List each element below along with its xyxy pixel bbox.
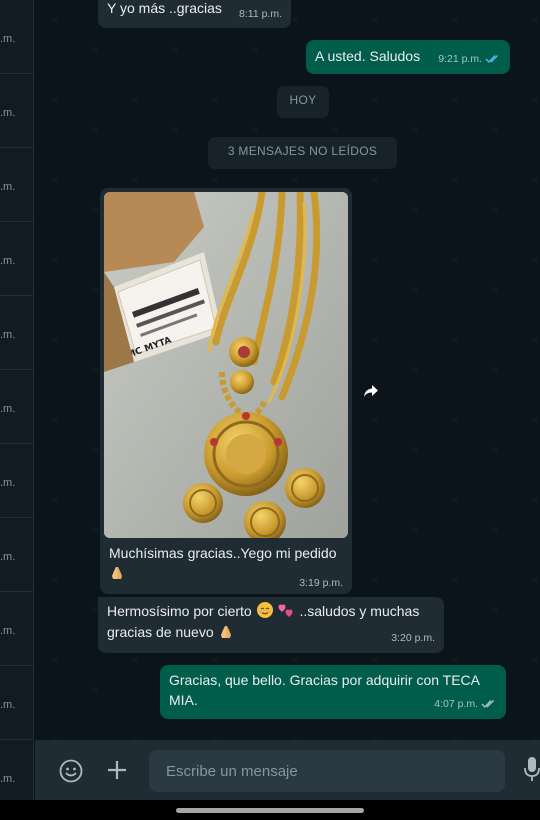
chat-list-item[interactable]: .m. [0,444,33,518]
chat-list-item[interactable]: .m. [0,296,33,370]
chat-list-time: .m. [0,773,16,785]
chat-list-sidebar: .m. .m. .m. .m. .m. .m. .m. .m. .m. .m. … [0,0,34,800]
emoji-icon[interactable] [59,759,83,783]
jewelry-photo[interactable]: MC MYTA [104,192,348,538]
chat-list-item[interactable]: .m. [0,370,33,444]
incoming-image-message[interactable]: MC MYTA Muchísimas gracias..Yego mi pedi… [100,188,352,594]
smiling-face-icon [256,602,273,618]
unread-separator: 3 MENSAJES NO LEÍDOS [208,137,397,169]
conversation-panel: Y yo más ..gracias 8:11 p.m. A usted. Sa… [35,0,540,740]
chat-list-time: .m. [0,33,16,45]
date-separator: HOY [277,86,329,118]
chat-list-time: .m. [0,107,16,119]
message-text: Y yo más ..gracias [107,0,222,16]
chat-list-time: .m. [0,403,16,415]
caption-text: Muchísimas gracias..Yego mi pedido [109,545,337,561]
chat-list-time: .m. [0,255,16,267]
chat-list-item[interactable]: .m. [0,0,33,74]
two-hearts-icon [278,604,293,617]
outgoing-message[interactable]: Gracias, que bello. Gracias por adquirir… [160,665,506,719]
chat-list-item[interactable]: .m. [0,518,33,592]
home-gesture-handle[interactable] [176,808,364,813]
chat-list-time: .m. [0,625,16,637]
read-receipt-icon [485,55,498,64]
message-time: 4:07 p.m. [434,698,478,710]
folded-hands-icon [220,626,231,638]
message-composer: Escribe un mensaje [35,740,540,800]
chat-list-item[interactable]: .m. [0,740,33,800]
chat-list-time: .m. [0,329,16,341]
chat-list-time: .m. [0,551,16,563]
chat-list-time: .m. [0,699,16,711]
chat-list-item[interactable]: .m. [0,592,33,666]
chat-list-item[interactable]: .m. [0,666,33,740]
message-time: 3:19 p.m. [299,577,343,589]
chat-list-time: .m. [0,477,16,489]
message-meta: 9:21 p.m. [438,49,501,69]
delivered-receipt-icon [481,700,494,709]
system-navigation-bar [0,800,540,820]
message-input[interactable]: Escribe un mensaje [149,750,505,792]
incoming-message[interactable]: Y yo más ..gracias 8:11 p.m. [98,0,291,28]
attach-plus-icon[interactable] [107,760,127,780]
message-time: 8:11 p.m. [239,8,282,20]
chat-list-item[interactable]: .m. [0,222,33,296]
chat-list-item[interactable]: .m. [0,148,33,222]
message-text: A usted. Saludos [315,48,421,64]
message-meta: 4:07 p.m. [434,694,497,714]
folded-hands-icon [112,567,122,579]
forward-icon [364,385,378,397]
message-text: Hermosísimo por cierto ..saludos y mucha… [107,602,420,640]
forward-button[interactable] [357,377,385,405]
message-time: 9:21 p.m. [438,53,482,65]
message-time: 3:20 p.m. [391,632,435,644]
jewelry-image: MC MYTA [104,192,348,538]
outgoing-message[interactable]: A usted. Saludos 9:21 p.m. [306,40,510,74]
chat-list-item[interactable]: .m. [0,74,33,148]
chat-list-time: .m. [0,181,16,193]
incoming-message[interactable]: Hermosísimo por cierto ..saludos y mucha… [98,597,444,653]
microphone-icon[interactable] [524,756,540,784]
message-input-placeholder: Escribe un mensaje [166,762,298,780]
